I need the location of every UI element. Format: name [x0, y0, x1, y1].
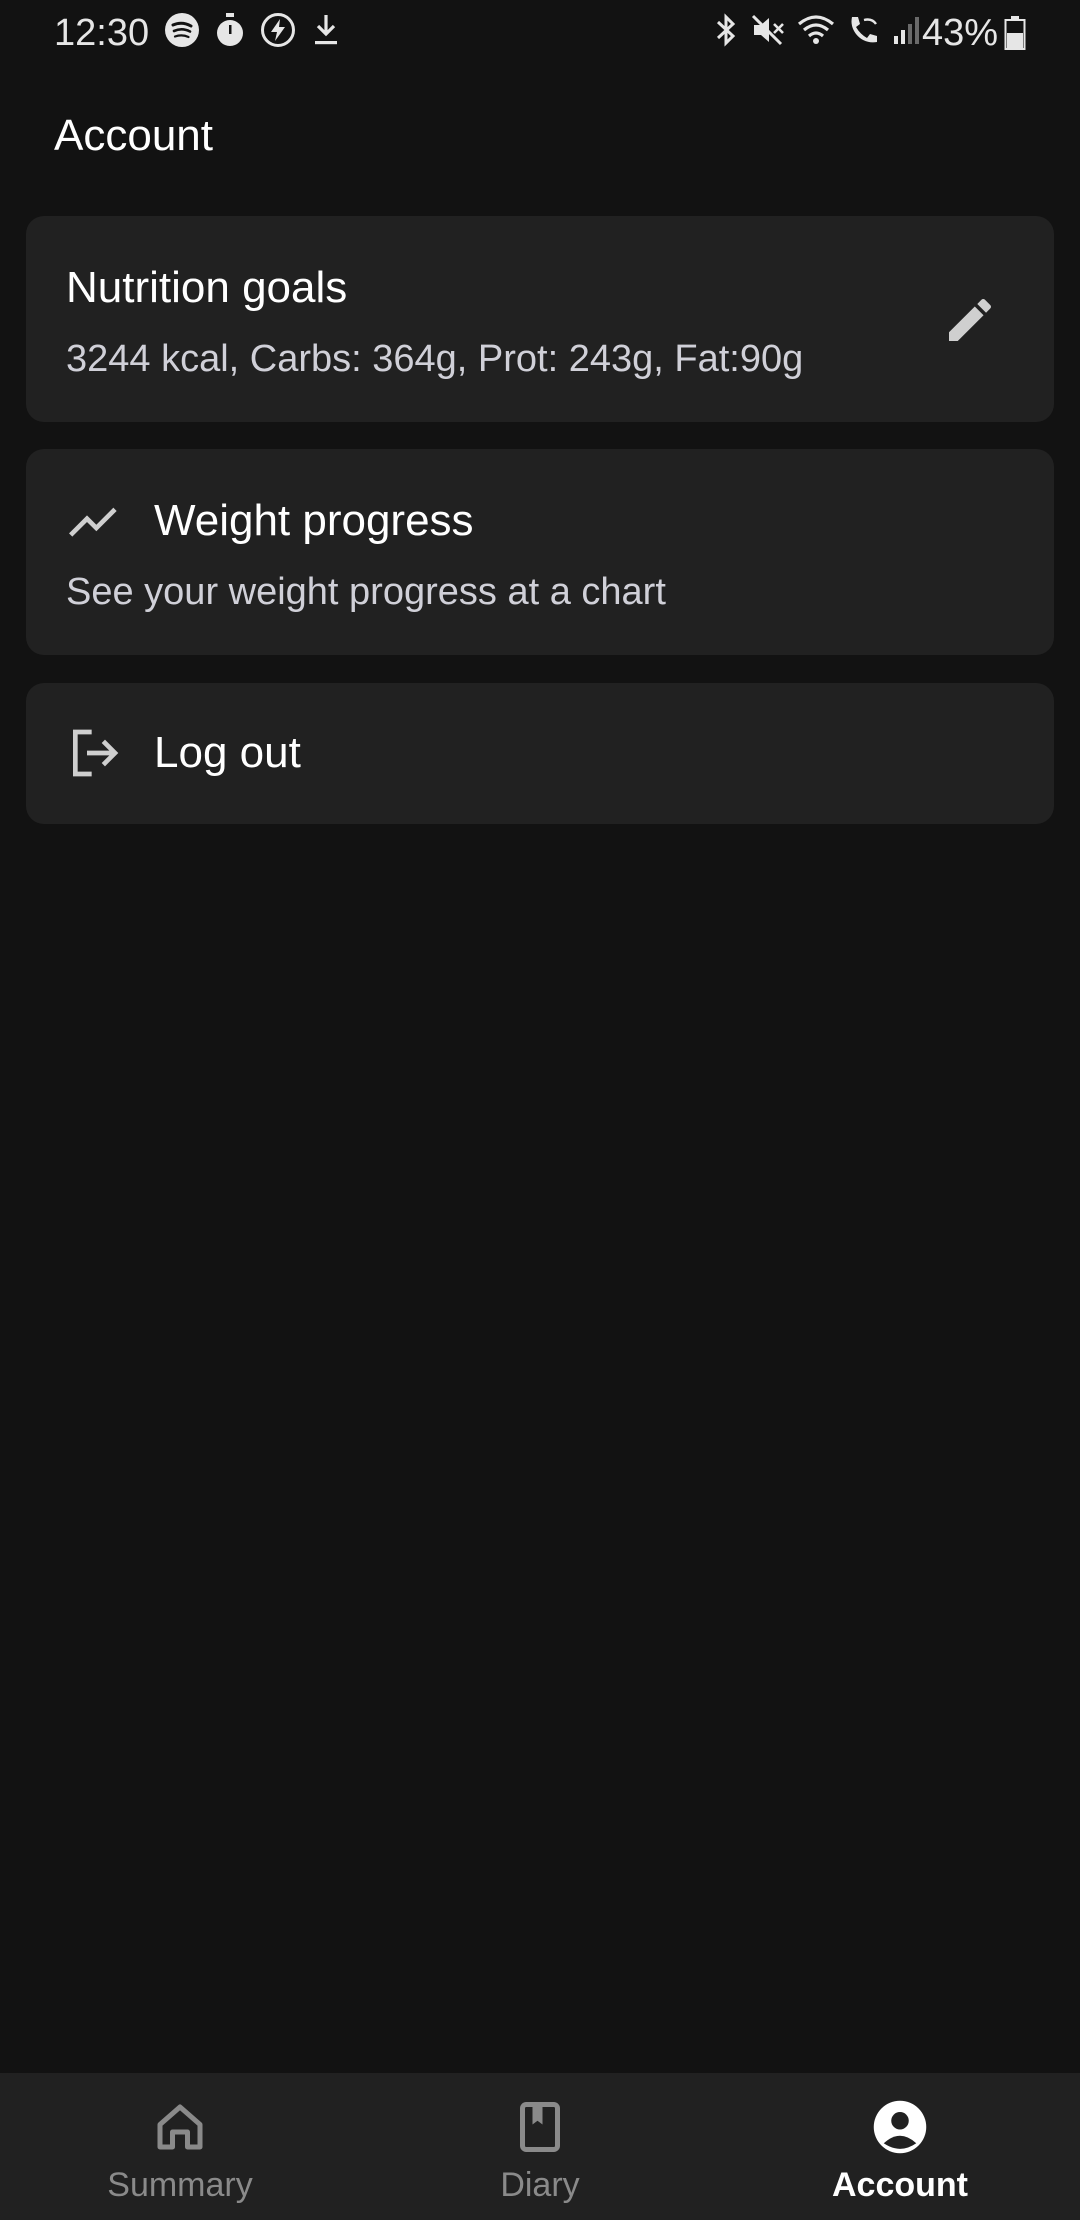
- status-bar: 12:30 43%: [0, 0, 1080, 68]
- logout-label: Log out: [154, 728, 301, 777]
- edit-icon[interactable]: [942, 292, 998, 348]
- status-right-icons: [712, 12, 922, 48]
- signal-icon: [892, 12, 922, 48]
- nav-label-diary: Diary: [500, 2166, 580, 2204]
- page-title: Account: [54, 111, 213, 160]
- nav-label-account: Account: [832, 2166, 968, 2204]
- wifi-icon: [796, 12, 836, 48]
- battery-icon: [1004, 16, 1026, 55]
- weight-progress-subtitle: See your weight progress at a chart: [66, 571, 666, 613]
- nutrition-goals-summary: 3244 kcal, Carbs: 364g, Prot: 243g, Fat:…: [66, 338, 804, 380]
- status-left-icons: [164, 12, 342, 48]
- wifi-calling-icon: [846, 12, 882, 48]
- nutrition-goals-card[interactable]: Nutrition goals 3244 kcal, Carbs: 364g, …: [26, 216, 1054, 422]
- weight-progress-card[interactable]: Weight progress See your weight progress…: [26, 449, 1054, 655]
- nav-item-diary[interactable]: Diary: [360, 2073, 720, 2220]
- status-time: 12:30: [54, 12, 150, 54]
- logout-card[interactable]: Log out: [26, 683, 1054, 824]
- home-icon: [150, 2097, 210, 2157]
- nav-label-summary: Summary: [107, 2166, 253, 2204]
- bluetooth-icon: [712, 12, 740, 48]
- flash-icon: [260, 12, 296, 48]
- bottom-navigation: Summary Diary Account: [0, 2073, 1080, 2220]
- download-icon: [310, 12, 342, 48]
- logout-icon: [66, 725, 122, 781]
- account-circle-icon: [870, 2097, 930, 2157]
- nutrition-goals-title: Nutrition goals: [66, 263, 348, 312]
- nav-item-summary[interactable]: Summary: [0, 2073, 360, 2220]
- book-icon: [510, 2097, 570, 2157]
- battery-percent: 43%: [921, 12, 998, 54]
- weight-progress-title: Weight progress: [154, 496, 474, 545]
- mute-icon: [750, 12, 786, 48]
- spotify-icon: [164, 12, 200, 48]
- stopwatch-icon: [214, 12, 246, 48]
- nav-item-account[interactable]: Account: [720, 2073, 1080, 2220]
- trending-up-icon: [66, 493, 122, 549]
